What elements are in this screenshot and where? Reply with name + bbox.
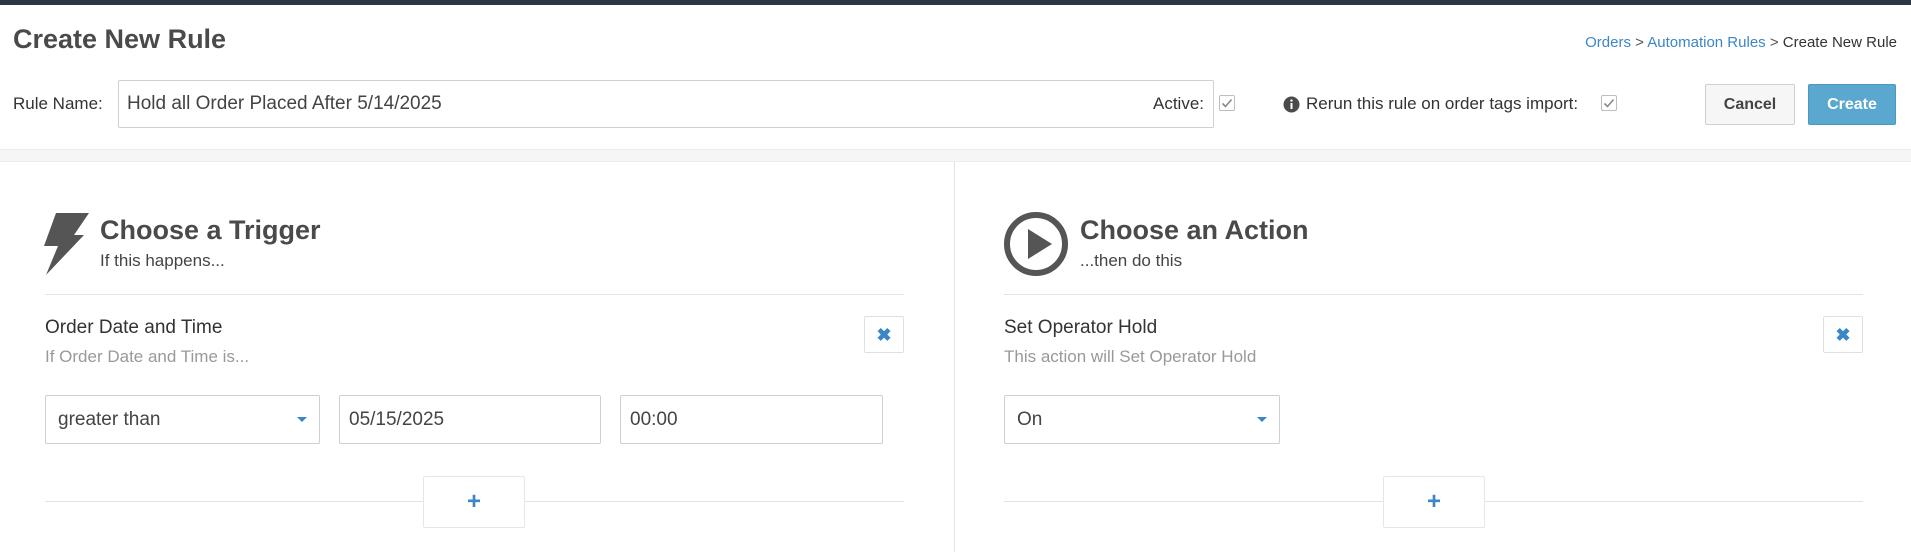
chevron-down-icon xyxy=(1257,417,1267,422)
top-bar xyxy=(0,0,1911,5)
breadcrumb-separator: > xyxy=(1769,34,1779,51)
add-action-button[interactable]: + xyxy=(1383,476,1485,528)
lightning-bolt-icon xyxy=(44,213,89,275)
action-value: On xyxy=(1017,408,1043,430)
close-icon: ✖ xyxy=(876,324,892,345)
plus-icon: + xyxy=(466,488,481,515)
trigger-subtitle: If this happens... xyxy=(100,251,225,270)
close-icon: ✖ xyxy=(1835,324,1851,345)
trigger-header-divider xyxy=(45,294,904,295)
section-divider-band xyxy=(0,149,1911,162)
chevron-down-icon xyxy=(297,417,307,422)
action-item-title: Set Operator Hold xyxy=(1004,317,1158,338)
action-header-divider xyxy=(1004,294,1863,295)
rerun-label: Rerun this rule on order tags import: xyxy=(1306,94,1579,113)
remove-trigger-button[interactable]: ✖ xyxy=(864,316,904,353)
plus-icon: + xyxy=(1426,488,1441,515)
active-label: Active: xyxy=(1153,94,1205,113)
info-icon xyxy=(1283,96,1300,113)
rule-name-input[interactable] xyxy=(118,80,1214,128)
trigger-title: Choose a Trigger xyxy=(100,215,321,245)
remove-action-button[interactable]: ✖ xyxy=(1823,316,1863,353)
add-trigger-button[interactable]: + xyxy=(423,476,525,528)
rerun-checkbox[interactable] xyxy=(1601,95,1617,111)
action-subtitle: ...then do this xyxy=(1080,251,1183,270)
breadcrumb: Orders > Automation Rules > Create New R… xyxy=(1585,34,1897,51)
trigger-item-title: Order Date and Time xyxy=(45,317,223,338)
breadcrumb-orders-link[interactable]: Orders xyxy=(1585,34,1631,51)
breadcrumb-separator: > xyxy=(1635,34,1644,51)
action-value-select[interactable]: On xyxy=(1004,395,1280,444)
create-button[interactable]: Create xyxy=(1808,84,1896,125)
action-item-description: This action will Set Operator Hold xyxy=(1004,347,1257,366)
checkmark-icon xyxy=(1221,98,1233,108)
rule-name-label: Rule Name: xyxy=(13,94,103,113)
play-circle-icon xyxy=(1004,212,1068,276)
column-divider xyxy=(954,162,955,552)
breadcrumb-current: Create New Rule xyxy=(1782,34,1897,51)
page-title: Create New Rule xyxy=(13,24,227,54)
trigger-date-input[interactable] xyxy=(339,395,601,444)
breadcrumb-automation-rules-link[interactable]: Automation Rules xyxy=(1647,34,1765,51)
action-title: Choose an Action xyxy=(1080,215,1309,245)
cancel-button[interactable]: Cancel xyxy=(1705,84,1795,125)
checkmark-icon xyxy=(1603,98,1615,108)
trigger-operator-select[interactable]: greater than xyxy=(45,395,320,444)
active-checkbox[interactable] xyxy=(1219,95,1235,111)
trigger-time-input[interactable] xyxy=(620,395,883,444)
trigger-operator-value: greater than xyxy=(58,408,161,430)
trigger-item-description: If Order Date and Time is... xyxy=(45,347,250,366)
